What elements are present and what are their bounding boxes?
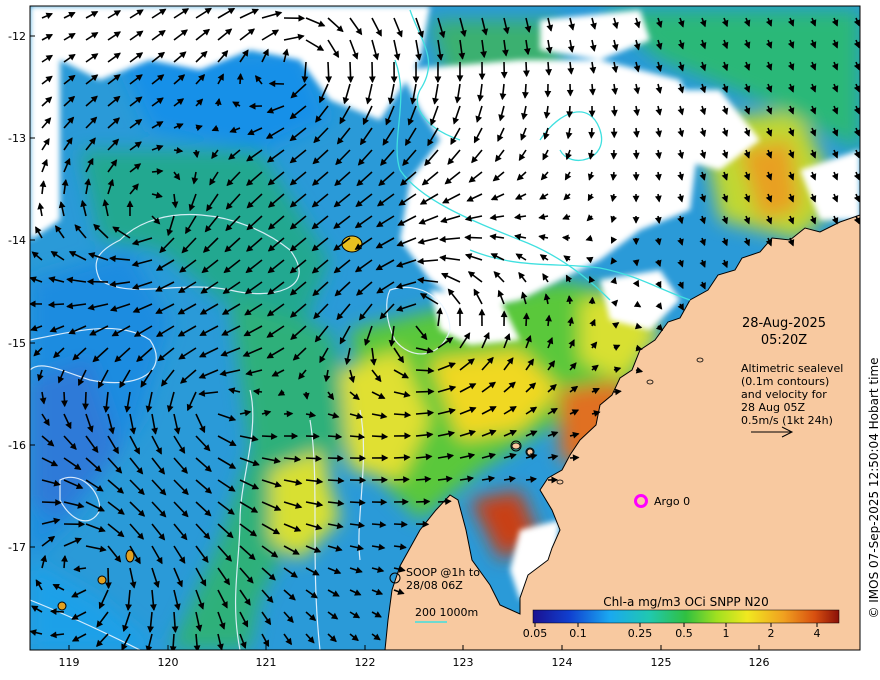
y-tick-label: -15 (8, 337, 26, 350)
velocity-arrow-head (169, 646, 177, 650)
legend-line: Altimetric sealevel (741, 362, 843, 375)
bathymetry-label: 200 1000m (415, 606, 478, 619)
x-tick-label: 124 (552, 656, 573, 669)
colorbar-title: Chl-a mg/m3 OCi SNPP N20 (603, 595, 768, 609)
colorbar-tick: 0.05 (523, 627, 548, 640)
soop-label-line: 28/08 06Z (406, 579, 463, 592)
colorbar-tick: 0.1 (569, 627, 587, 640)
colorbar-tick: 0.25 (628, 627, 653, 640)
x-tick-label: 126 (749, 656, 770, 669)
map-time: 05:20Z (761, 333, 807, 348)
y-tick-label: -16 (8, 439, 26, 452)
legend-line: (0.1m contours) (741, 375, 829, 388)
map-date: 28-Aug-2025 (742, 316, 826, 331)
y-tick-label: -14 (8, 234, 26, 247)
x-tick-label: 123 (453, 656, 474, 669)
x-tick-label: 122 (355, 656, 376, 669)
soop-label-line: SOOP @1h to (406, 566, 480, 579)
x-tick-label: 120 (158, 656, 179, 669)
y-tick-label: -12 (8, 30, 26, 43)
y-tick-label: -13 (8, 132, 26, 145)
x-tick-label: 125 (651, 656, 672, 669)
credit-text: © IMOS 07-Sep-2025 12:50:04 Hobart time (867, 357, 880, 618)
x-tick-label: 119 (59, 656, 80, 669)
y-tick-label: -17 (8, 541, 26, 554)
x-tick-label: 121 (256, 656, 277, 669)
colorbar-tick: 0.5 (675, 627, 693, 640)
velocity-arrow-head (145, 645, 153, 650)
colorbar-tick: 2 (768, 627, 775, 640)
map-area (30, 6, 860, 650)
colorbar-gradient (532, 609, 840, 624)
legend-line: 28 Aug 05Z (741, 401, 805, 414)
legend-line: 0.5m/s (1kt 24h) (741, 414, 833, 427)
colorbar-tick: 1 (723, 627, 730, 640)
argo-label: Argo 0 (654, 495, 690, 508)
ocean-colour-map: -12 -13 -14 -15 -16 -17 119 120 121 122 … (8, 5, 880, 669)
legend-line: and velocity for (741, 388, 827, 401)
colorbar-tick: 4 (814, 627, 821, 640)
